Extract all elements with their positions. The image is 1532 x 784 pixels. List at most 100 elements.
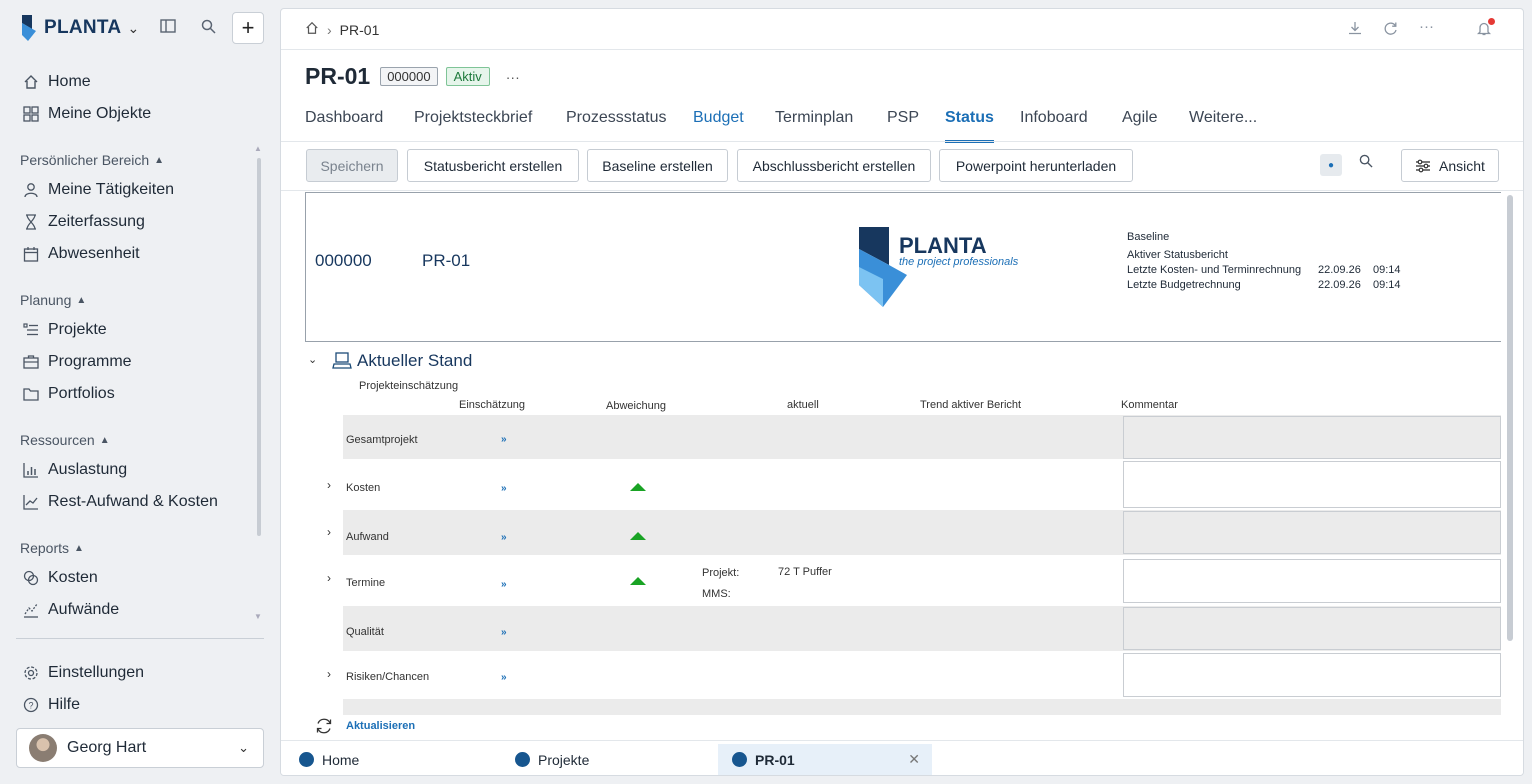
sidebar-item-auslastung[interactable]: Auslastung [22,458,127,482]
refresh-icon[interactable] [1383,21,1398,40]
tab-dashboard[interactable]: Dashboard [305,109,383,143]
sidebar-item-programme[interactable]: Programme [22,350,132,374]
table-row: Gesamtprojekt » [343,415,1501,459]
bottom-tab-home[interactable]: Home [299,744,359,775]
sidebar-item-meine-taetigkeiten[interactable]: Meine Tätigkeiten [22,178,174,202]
comment-field[interactable] [1123,559,1501,603]
tab-psp[interactable]: PSP [887,109,919,143]
sidebar-item-label: Kosten [48,569,98,586]
collapse-chevron-icon[interactable]: ⌄ [308,353,317,366]
section-reports[interactable]: Reports ▲ [20,540,84,556]
projekt-value: 72 T Puffer [778,566,832,578]
sidebar-item-kosten[interactable]: Kosten [22,566,98,590]
bottom-tab-label: Home [322,751,360,768]
user-menu[interactable]: Georg Hart ⌄ [16,728,264,768]
section-persoenlicher-bereich[interactable]: Persönlicher Bereich ▲ [20,152,164,168]
logo-subtitle: the project professionals [899,256,1019,268]
row-link[interactable]: » [501,672,507,683]
main-panel: › PR-01 ··· PR-01 000000 Aktiv ··· Dashb… [280,8,1524,776]
more-icon[interactable]: ··· [506,69,520,85]
sidebar-item-label: Meine Objekte [48,105,152,122]
comment-field[interactable] [1123,607,1501,650]
row-label: Risiken/Chancen [346,671,430,683]
powerpoint-button[interactable]: Powerpoint herunterladen [939,149,1133,182]
table-row: › Aufwand » [327,510,1501,555]
view-button[interactable]: Ansicht [1401,149,1499,182]
bottom-tab-pr01[interactable]: PR-01 ✕ [718,744,932,775]
search-icon[interactable] [198,16,218,36]
tab-prozessstatus[interactable]: Prozessstatus [566,109,666,143]
tab-projektsteckbrief[interactable]: Projektsteckbrief [414,109,532,143]
row-link[interactable]: » [501,627,507,638]
scroll-down-icon[interactable]: ▼ [254,612,262,621]
tab-status[interactable]: Status [945,109,994,143]
sidebar-item-abwesenheit[interactable]: Abwesenheit [22,242,140,266]
sidebar-item-home[interactable]: Home [22,70,91,94]
sidebar-item-projekte[interactable]: Projekte [22,318,107,342]
tab-infoboard[interactable]: Infoboard [1020,109,1088,143]
page-title: PR-01 [305,63,371,89]
save-button[interactable]: Speichern [306,149,398,182]
download-icon[interactable] [1348,21,1362,39]
sidebar-item-rest-aufwand[interactable]: Rest-Aufwand & Kosten [22,490,218,514]
add-button[interactable]: + [232,12,264,44]
briefcase-icon [22,353,40,371]
chevron-down-icon: ⌄ [238,740,249,755]
section-ressourcen[interactable]: Ressourcen ▲ [20,432,110,448]
sidebar-item-hilfe[interactable]: ? Hilfe [22,693,80,717]
project-list-icon [22,321,40,339]
sidebar-item-portfolios[interactable]: Portfolios [22,382,115,406]
search-icon[interactable] [1359,154,1373,172]
sidebar-item-label: Zeiterfassung [48,213,145,230]
col-abweichung: Abweichung [606,400,666,412]
baseline-button[interactable]: Baseline erstellen [587,149,728,182]
status-report-button[interactable]: Statusbericht erstellen [407,149,579,182]
section-planung[interactable]: Planung ▲ [20,292,86,308]
row-label: Aufwand [346,531,389,543]
tab-weitere[interactable]: Weitere... [1189,109,1257,143]
avatar [29,734,57,762]
close-icon[interactable]: ✕ [908,751,920,768]
comment-field[interactable] [1123,653,1501,697]
comment-field[interactable] [1123,511,1501,554]
comment-field[interactable] [1123,461,1501,508]
sidebar-item-label: Rest-Aufwand & Kosten [48,493,218,510]
comment-field[interactable] [1123,416,1501,459]
report-header: 000000 PR-01 PLANTA the project professi… [305,192,1501,342]
sidebar-scrollbar[interactable] [257,158,261,536]
row-link[interactable]: » [501,532,507,543]
content-scrollbar[interactable] [1507,195,1513,641]
final-report-button[interactable]: Abschlussbericht erstellen [737,149,931,182]
expand-chevron-icon[interactable]: › [327,525,331,539]
bottom-tab-projekte[interactable]: Projekte [515,744,589,775]
expand-chevron-icon[interactable]: › [327,667,331,681]
sidebar-item-meine-objekte[interactable]: Meine Objekte [22,102,151,126]
meta-last-budget-time: 09:14 [1373,279,1401,291]
sliders-icon [1416,159,1431,172]
tab-dot-icon [515,752,530,767]
refresh-icon[interactable] [315,717,333,740]
row-link[interactable]: » [501,579,507,590]
row-link[interactable]: » [501,434,507,445]
tab-budget[interactable]: Budget [693,109,744,143]
divider [281,141,1523,142]
sidebar-item-zeiterfassung[interactable]: Zeiterfassung [22,210,145,234]
home-icon[interactable] [305,21,319,38]
chevron-up-icon: ▲ [76,294,87,306]
sidebar-item-einstellungen[interactable]: Einstellungen [22,661,144,685]
refresh-link[interactable]: Aktualisieren [346,720,415,732]
breadcrumb-current[interactable]: PR-01 [340,22,380,38]
sidebar-toggle-icon[interactable] [158,16,178,36]
user-icon [22,181,40,199]
indicator-button[interactable]: ● [1320,154,1342,176]
tab-agile[interactable]: Agile [1122,109,1158,143]
more-icon[interactable]: ··· [1419,18,1434,35]
app-switcher[interactable]: PLANTA ⌄ [22,12,139,44]
expand-chevron-icon[interactable]: › [327,478,331,492]
tab-terminplan[interactable]: Terminplan [775,109,853,143]
scroll-up-icon[interactable]: ▲ [254,144,262,153]
row-link[interactable]: » [501,483,507,494]
expand-chevron-icon[interactable]: › [327,571,331,585]
sidebar-item-aufwaende[interactable]: Aufwände [22,598,119,622]
meta-baseline-label: Baseline [1127,231,1170,243]
